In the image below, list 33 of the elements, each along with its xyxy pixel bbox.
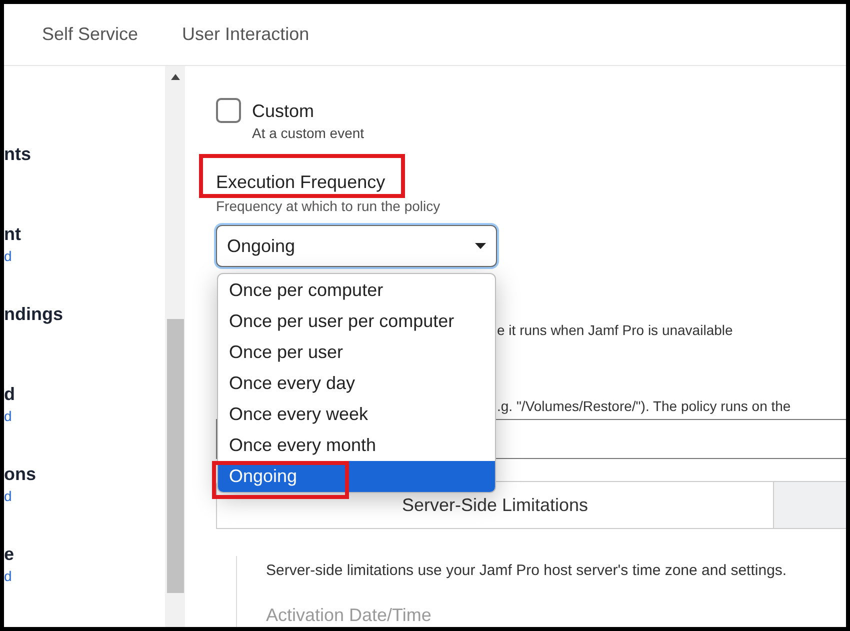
dropdown-option[interactable]: Once per computer bbox=[218, 275, 495, 306]
path-note: .g. "/Volumes/Restore/"). The policy runs on the bbox=[497, 397, 791, 416]
caret-icon bbox=[475, 243, 486, 250]
sidebar-item-title[interactable]: ndings bbox=[4, 302, 63, 326]
checkbox-description: At a custom event bbox=[252, 124, 364, 142]
sidebar-item-title[interactable]: nt bbox=[4, 222, 21, 246]
header-tab[interactable]: Self Service bbox=[42, 21, 138, 48]
checkbox[interactable] bbox=[216, 98, 241, 123]
panel-description: Server-side limitations use your Jamf Pro host server's time zone and settings. bbox=[266, 561, 788, 581]
dropdown-option[interactable]: Once per user bbox=[218, 337, 495, 368]
sidebar-item-status: d bbox=[4, 407, 12, 426]
offline-note: e it runs when Jamf Pro is unavailable bbox=[497, 321, 733, 340]
scrollbar[interactable] bbox=[165, 66, 185, 627]
dropdown-option[interactable]: Once every month bbox=[218, 430, 495, 461]
sidebar-item-status: d bbox=[4, 487, 12, 506]
sidebar-item-title[interactable]: ons bbox=[4, 462, 36, 486]
dropdown-option[interactable]: Ongoing bbox=[218, 461, 495, 492]
sidebar-item-title[interactable]: d bbox=[4, 382, 15, 406]
sidebar-item-title[interactable]: nts bbox=[4, 142, 31, 166]
field-label: Execution Frequency bbox=[216, 171, 386, 194]
sidebar-item-status: d bbox=[4, 567, 12, 586]
scrollbar-thumb[interactable] bbox=[166, 319, 184, 593]
sidebar-item-title[interactable]: e bbox=[4, 542, 14, 566]
scroll-up-icon[interactable] bbox=[170, 74, 180, 80]
dropdown-option[interactable]: Once per user per computer bbox=[218, 306, 495, 337]
activation-date-label: Activation Date/Time bbox=[266, 604, 432, 627]
sidebar-item-status: d bbox=[4, 247, 12, 266]
field-description: Frequency at which to run the policy bbox=[216, 197, 440, 215]
checkbox-label: Custom bbox=[252, 100, 316, 123]
frequency-select[interactable]: Ongoing bbox=[216, 225, 497, 268]
dropdown-option[interactable]: Once every week bbox=[218, 399, 495, 430]
dropdown-option[interactable]: Once every day bbox=[218, 368, 495, 399]
header-tab[interactable]: User Interaction bbox=[182, 21, 310, 48]
